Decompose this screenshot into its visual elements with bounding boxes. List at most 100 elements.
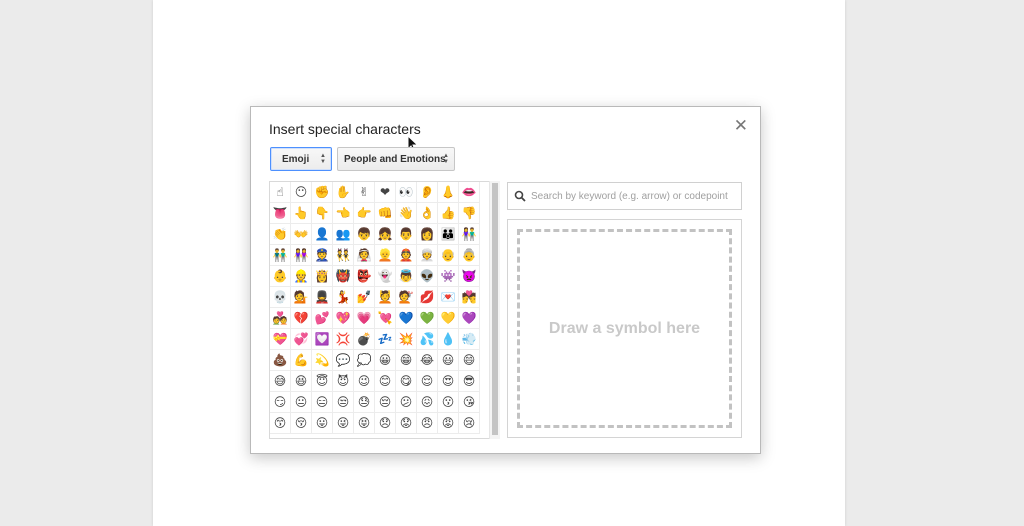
emoji-cell[interactable]: 💂	[312, 287, 333, 308]
character-type-select[interactable]: Emoji ▲ ▼	[270, 147, 332, 171]
emoji-cell[interactable]: 👇	[312, 203, 333, 224]
emoji-cell[interactable]: 👀	[396, 182, 417, 203]
emoji-cell[interactable]: 💢	[333, 329, 354, 350]
emoji-cell[interactable]: 😐	[291, 392, 312, 413]
close-icon[interactable]: ✕	[734, 117, 748, 134]
emoji-cell[interactable]: 👯	[333, 245, 354, 266]
emoji-cell[interactable]: 👺	[354, 266, 375, 287]
emoji-cell[interactable]: 😜	[333, 413, 354, 434]
emoji-cell[interactable]: 😟	[396, 413, 417, 434]
emoji-cell[interactable]: 😃	[438, 350, 459, 371]
emoji-cell[interactable]: 😂	[417, 350, 438, 371]
emoji-cell[interactable]: 👍	[438, 203, 459, 224]
emoji-cell[interactable]: 💦	[417, 329, 438, 350]
emoji-cell[interactable]: 💁	[291, 287, 312, 308]
emoji-cell[interactable]: 😒	[333, 392, 354, 413]
emoji-cell[interactable]: 👵	[459, 245, 480, 266]
emoji-cell[interactable]: 😄	[459, 350, 480, 371]
emoji-cell[interactable]: 😊	[375, 371, 396, 392]
emoji-cell[interactable]: ☝	[270, 182, 291, 203]
emoji-cell[interactable]: 💔	[291, 308, 312, 329]
emoji-cell[interactable]: 😙	[270, 413, 291, 434]
search-input[interactable]	[531, 190, 741, 202]
search-box[interactable]	[507, 182, 742, 210]
emoji-cell[interactable]: 👄	[459, 182, 480, 203]
emoji-cell[interactable]: 💝	[270, 329, 291, 350]
emoji-cell[interactable]: 😉	[354, 371, 375, 392]
emoji-cell[interactable]: 💞	[291, 329, 312, 350]
emoji-cell[interactable]: 👥	[333, 224, 354, 245]
emoji-cell[interactable]: 😘	[459, 392, 480, 413]
emoji-cell[interactable]: 😌	[417, 371, 438, 392]
draw-symbol-area[interactable]: Draw a symbol here	[517, 229, 732, 428]
emoji-cell[interactable]: 💑	[270, 308, 291, 329]
emoji-cell[interactable]: 😑	[312, 392, 333, 413]
emoji-cell[interactable]: 👼	[396, 266, 417, 287]
emoji-cell[interactable]: 😢	[459, 413, 480, 434]
category-select[interactable]: People and Emotions ▲ ▼	[337, 147, 455, 171]
emoji-cell[interactable]: 💌	[438, 287, 459, 308]
emoji-cell[interactable]: 👳	[417, 245, 438, 266]
emoji-cell[interactable]: 👨	[396, 224, 417, 245]
emoji-cell[interactable]: 👲	[396, 245, 417, 266]
emoji-cell[interactable]: 👱	[375, 245, 396, 266]
emoji-cell[interactable]: 👂	[417, 182, 438, 203]
emoji-cell[interactable]: 👷	[291, 266, 312, 287]
emoji-cell[interactable]: 💗	[354, 308, 375, 329]
emoji-cell[interactable]: 💨	[459, 329, 480, 350]
emoji-cell[interactable]: 👊	[375, 203, 396, 224]
emoji-cell[interactable]: 👶	[270, 266, 291, 287]
emoji-cell[interactable]: 😎	[459, 371, 480, 392]
emoji-cell[interactable]: 👪	[438, 224, 459, 245]
emoji-cell[interactable]: 😏	[270, 392, 291, 413]
emoji-cell[interactable]: 👧	[375, 224, 396, 245]
emoji-cell[interactable]: 💩	[270, 350, 291, 371]
emoji-cell[interactable]: 😇	[312, 371, 333, 392]
emoji-grid-scrollbar[interactable]	[489, 181, 500, 439]
emoji-cell[interactable]: 💖	[333, 308, 354, 329]
emoji-cell[interactable]: 😕	[396, 392, 417, 413]
emoji-cell[interactable]: 👎	[459, 203, 480, 224]
emoji-cell[interactable]: 👤	[312, 224, 333, 245]
emoji-cell[interactable]: 😛	[312, 413, 333, 434]
emoji-cell[interactable]: 👃	[438, 182, 459, 203]
emoji-cell[interactable]: 💃	[333, 287, 354, 308]
emoji-cell[interactable]: 👻	[375, 266, 396, 287]
emoji-cell[interactable]: 😗	[438, 392, 459, 413]
emoji-cell[interactable]: 👅	[270, 203, 291, 224]
emoji-cell[interactable]: 💅	[354, 287, 375, 308]
emoji-cell[interactable]: 😖	[417, 392, 438, 413]
emoji-cell[interactable]: 😔	[375, 392, 396, 413]
emoji-cell[interactable]: 💬	[333, 350, 354, 371]
emoji-cell[interactable]: 💋	[417, 287, 438, 308]
emoji-cell[interactable]: 💕	[312, 308, 333, 329]
emoji-cell[interactable]: ❤	[375, 182, 396, 203]
emoji-cell[interactable]: 👌	[417, 203, 438, 224]
emoji-cell[interactable]: 💤	[375, 329, 396, 350]
emoji-cell[interactable]: 👰	[354, 245, 375, 266]
emoji-cell[interactable]: 😡	[438, 413, 459, 434]
emoji-cell[interactable]: 💘	[375, 308, 396, 329]
emoji-cell[interactable]: 💪	[291, 350, 312, 371]
emoji-cell[interactable]: 😠	[417, 413, 438, 434]
emoji-cell[interactable]: 👦	[354, 224, 375, 245]
emoji-cell[interactable]: 😝	[354, 413, 375, 434]
emoji-cell[interactable]: 💥	[396, 329, 417, 350]
emoji-cell[interactable]: 💟	[312, 329, 333, 350]
emoji-cell[interactable]: 💫	[312, 350, 333, 371]
emoji-cell[interactable]: 😶	[291, 182, 312, 203]
emoji-cell[interactable]: 👆	[291, 203, 312, 224]
emoji-cell[interactable]: 👾	[438, 266, 459, 287]
emoji-cell[interactable]: 💣	[354, 329, 375, 350]
emoji-cell[interactable]: 💛	[438, 308, 459, 329]
emoji-cell[interactable]: 😞	[375, 413, 396, 434]
emoji-cell[interactable]: 👈	[333, 203, 354, 224]
emoji-cell[interactable]: 👽	[417, 266, 438, 287]
emoji-cell[interactable]: 💆	[375, 287, 396, 308]
emoji-cell[interactable]: 💀	[270, 287, 291, 308]
emoji-cell[interactable]: 💙	[396, 308, 417, 329]
emoji-cell[interactable]: 👹	[333, 266, 354, 287]
emoji-cell[interactable]: 😚	[291, 413, 312, 434]
emoji-cell[interactable]: 💚	[417, 308, 438, 329]
emoji-cell[interactable]: 👬	[270, 245, 291, 266]
